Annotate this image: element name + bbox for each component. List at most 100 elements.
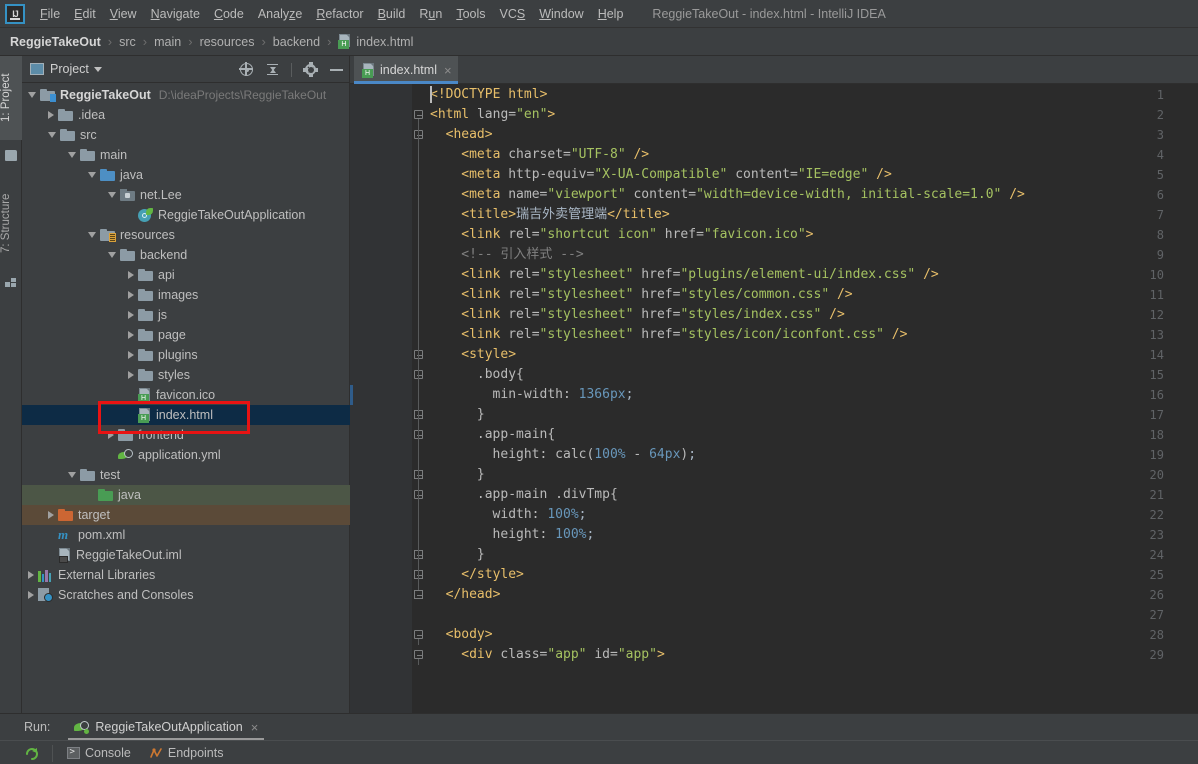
tree-node-frontend[interactable]: frontend <box>22 425 350 445</box>
tree-node-test[interactable]: test <box>22 465 350 485</box>
code-fold-open-icon[interactable] <box>414 425 425 445</box>
tree-node-index-html[interactable]: Hindex.html <box>22 405 350 425</box>
breadcrumb-item-index-html[interactable]: Hindex.html <box>338 34 413 49</box>
code-fold-open-icon[interactable] <box>414 125 425 145</box>
chevron-down-icon[interactable] <box>28 92 36 98</box>
chevron-right-icon[interactable] <box>128 311 134 319</box>
menu-item-analyze[interactable]: Analyze <box>251 4 309 24</box>
code-fold-end-icon[interactable] <box>414 565 425 585</box>
breadcrumb-item-src[interactable]: src <box>119 35 136 49</box>
menu-item-code[interactable]: Code <box>207 4 251 24</box>
close-icon[interactable]: × <box>444 64 452 77</box>
tree-node-pom-xml[interactable]: m pom.xml <box>22 525 350 545</box>
tree-node-external-libraries[interactable]: External Libraries <box>22 565 350 585</box>
code-fold-open-icon[interactable] <box>414 105 425 125</box>
code-fold-end-icon[interactable] <box>414 545 425 565</box>
code-fold-end-icon[interactable] <box>414 465 425 485</box>
close-icon[interactable]: × <box>251 721 259 734</box>
tree-node-java[interactable]: java <box>22 165 350 185</box>
chevron-right-icon[interactable] <box>128 371 134 379</box>
menu-item-help[interactable]: Help <box>591 4 631 24</box>
chevron-right-icon[interactable] <box>108 431 114 439</box>
tool-tab-project[interactable]: 1: Project <box>0 56 22 140</box>
code-token-attr: height: <box>492 527 556 542</box>
tree-node-target[interactable]: target <box>22 505 350 525</box>
chevron-right-icon[interactable] <box>128 331 134 339</box>
editor-gutter[interactable] <box>350 84 412 713</box>
menu-item-refactor[interactable]: Refactor <box>309 4 370 24</box>
breadcrumb[interactable]: ReggieTakeOut › src › main › resources › backend… <box>0 28 1198 56</box>
tree-node-application-yml[interactable]: application.yml <box>22 445 350 465</box>
tree-node-net-lee[interactable]: net.Lee <box>22 185 350 205</box>
code-fold-open-icon[interactable] <box>414 625 425 645</box>
menu-item-tools[interactable]: Tools <box>449 4 492 24</box>
tree-node-label: frontend <box>138 428 184 442</box>
run-configuration-tab[interactable]: ReggieTakeOutApplication × <box>68 714 265 740</box>
project-tree[interactable]: ReggieTakeOut D:\ideaProjects\ReggieTakeO… <box>22 83 350 713</box>
breadcrumb-item-main[interactable]: main <box>154 35 181 49</box>
chevron-down-icon[interactable] <box>48 132 56 138</box>
chevron-right-icon[interactable] <box>48 111 54 119</box>
code-fold-open-icon[interactable] <box>414 645 425 665</box>
tree-node-favicon-ico[interactable]: Hfavicon.ico <box>22 385 350 405</box>
breadcrumb-item-backend[interactable]: backend <box>273 35 320 49</box>
menu-item-navigate[interactable]: Navigate <box>144 4 207 24</box>
chevron-down-icon[interactable] <box>88 172 96 178</box>
chevron-right-icon[interactable] <box>128 351 134 359</box>
menu-item-view[interactable]: View <box>103 4 144 24</box>
tool-tab-structure[interactable]: 7: Structure <box>0 174 22 272</box>
chevron-down-icon[interactable] <box>88 232 96 238</box>
code-fold-end-icon[interactable] <box>414 585 425 605</box>
tree-node--idea[interactable]: .idea <box>22 105 350 125</box>
code-fold-open-icon[interactable] <box>414 365 425 385</box>
tree-node-styles[interactable]: styles <box>22 365 350 385</box>
tree-node-backend[interactable]: backend <box>22 245 350 265</box>
code-editor[interactable]: 1 2 3 4 5 6 7 8 9 10 11 12 13 14 15 16 17 18 19 20 21 22 23 24 2… <box>350 84 1198 713</box>
editor-tab-index-html[interactable]: H index.html × <box>354 56 458 84</box>
breadcrumb-item-resources[interactable]: resources <box>200 35 255 49</box>
code-token-attr: } <box>476 467 485 482</box>
tree-node-images[interactable]: images <box>22 285 350 305</box>
tree-node-java[interactable]: java <box>22 485 350 505</box>
scratches-icon <box>38 588 53 602</box>
chevron-right-icon[interactable] <box>128 271 134 279</box>
menu-item-file[interactable]: File <box>33 4 67 24</box>
chevron-down-icon[interactable] <box>68 152 76 158</box>
chevron-down-icon[interactable] <box>68 472 76 478</box>
chevron-right-icon[interactable] <box>48 511 54 519</box>
breadcrumb-item-reggietakeout[interactable]: ReggieTakeOut <box>10 35 101 49</box>
subtab-endpoints[interactable]: Endpoints <box>149 746 223 760</box>
code-text[interactable]: <!DOCTYPE html> <html lang="en"> <head> <me… <box>430 84 1198 713</box>
collapse-all-icon[interactable] <box>265 62 280 77</box>
menu-item-vcs[interactable]: VCS <box>493 4 533 24</box>
tree-node-scratches-and-consoles[interactable]: Scratches and Consoles <box>22 585 350 605</box>
minimize-icon[interactable] <box>329 62 344 77</box>
tree-node-plugins[interactable]: plugins <box>22 345 350 365</box>
chevron-down-icon[interactable] <box>108 252 116 258</box>
tree-node-js[interactable]: js <box>22 305 350 325</box>
tree-node-resources[interactable]: resources <box>22 225 350 245</box>
chevron-right-icon[interactable] <box>28 591 34 599</box>
locate-icon[interactable] <box>239 62 254 77</box>
code-fold-end-icon[interactable] <box>414 405 425 425</box>
menu-item-run[interactable]: Run <box>412 4 449 24</box>
gear-icon[interactable] <box>303 62 318 77</box>
tree-node-reggietakeout-iml[interactable]: ReggieTakeOut.iml <box>22 545 350 565</box>
subtab-console[interactable]: Console <box>67 746 131 760</box>
menu-item-edit[interactable]: Edit <box>67 4 103 24</box>
chevron-right-icon[interactable] <box>28 571 34 579</box>
code-fold-open-icon[interactable] <box>414 345 425 365</box>
tree-node-api[interactable]: api <box>22 265 350 285</box>
code-fold-open-icon[interactable] <box>414 485 425 505</box>
tree-node-reggietakeoutapplication[interactable]: ReggieTakeOutApplication <box>22 205 350 225</box>
chevron-right-icon[interactable] <box>128 291 134 299</box>
menu-item-build[interactable]: Build <box>371 4 413 24</box>
chevron-down-icon[interactable] <box>93 66 102 72</box>
chevron-down-icon[interactable] <box>108 192 116 198</box>
tree-node-src[interactable]: src <box>22 125 350 145</box>
tree-node-page[interactable]: page <box>22 325 350 345</box>
menu-item-window[interactable]: Window <box>532 4 590 24</box>
tree-node-reggietakeout[interactable]: ReggieTakeOut D:\ideaProjects\ReggieTakeO… <box>22 85 350 105</box>
tree-node-main[interactable]: main <box>22 145 350 165</box>
rerun-icon[interactable] <box>24 745 40 761</box>
